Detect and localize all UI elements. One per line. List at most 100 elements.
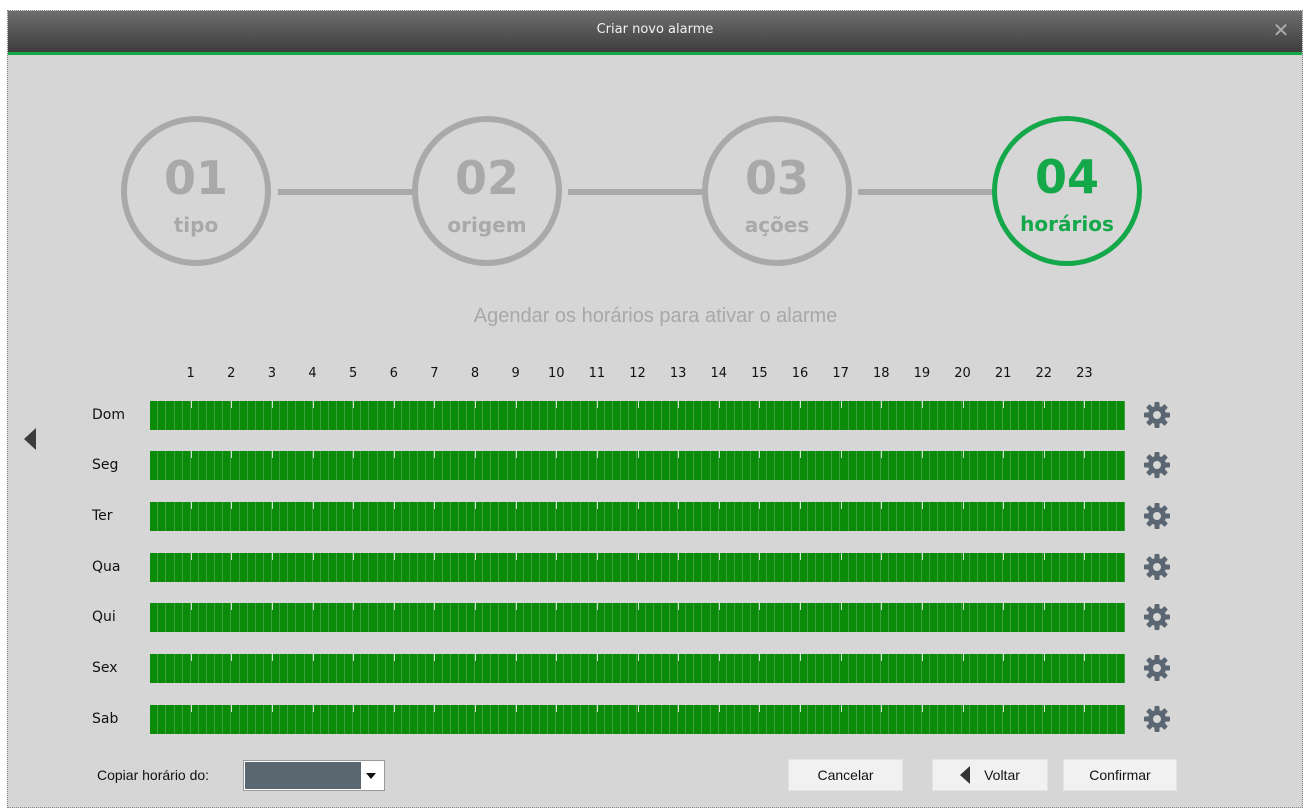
schedule-bar-sex[interactable]: [150, 654, 1125, 683]
hour-tick: [881, 553, 883, 560]
hour-tick: [1003, 603, 1005, 610]
hour-tick: [312, 603, 314, 610]
hour-tick: [556, 705, 558, 712]
hour-tick: [840, 654, 842, 661]
day-label: Sab: [92, 711, 119, 727]
hour-tick: [1043, 401, 1045, 408]
gear-icon[interactable]: [1142, 552, 1172, 582]
hour-tick: [596, 451, 598, 458]
chevron-down-icon[interactable]: [366, 773, 376, 779]
hour-tick: [475, 401, 476, 408]
hour-tick: [881, 705, 883, 712]
hour-tick: [1084, 401, 1086, 408]
hour-label: 9: [511, 366, 520, 381]
hour-tick: [718, 401, 720, 408]
close-icon[interactable]: ✕: [1270, 19, 1292, 41]
hour-tick: [1084, 451, 1086, 458]
hour-tick: [312, 451, 314, 458]
hour-tick: [1043, 451, 1045, 458]
hour-tick: [759, 654, 761, 661]
copy-schedule-label: Copiar horário do:: [97, 767, 210, 783]
hour-tick: [1084, 654, 1086, 661]
hour-tick: [637, 654, 639, 661]
hour-tick: [881, 603, 883, 610]
hour-tick: [921, 401, 923, 408]
hour-tick: [637, 502, 639, 509]
hour-tick: [596, 705, 598, 712]
step-connector: [568, 189, 703, 195]
gear-icon[interactable]: [1142, 602, 1172, 632]
hour-tick: [434, 603, 436, 610]
hour-label: 1: [186, 366, 195, 381]
hour-tick: [434, 654, 436, 661]
hour-label: 21: [994, 366, 1012, 381]
hour-tick: [759, 553, 761, 560]
day-label: Seg: [92, 457, 119, 473]
hour-tick: [1084, 603, 1086, 610]
hour-tick: [353, 401, 355, 408]
hour-tick: [353, 603, 355, 610]
schedule-bar-seg[interactable]: [150, 451, 1125, 480]
hour-tick: [1084, 705, 1086, 712]
step-number: 04: [1034, 150, 1099, 204]
hour-tick: [881, 654, 883, 661]
step-origem[interactable]: 02 origem: [412, 116, 562, 266]
hour-tick: [637, 705, 639, 712]
hour-tick: [678, 502, 680, 509]
cancel-button[interactable]: Cancelar: [788, 759, 903, 791]
hour-tick: [800, 553, 801, 560]
hour-tick: [190, 603, 192, 610]
title-bar[interactable]: Criar novo alarme ✕: [8, 11, 1302, 55]
hour-tick: [1003, 654, 1005, 661]
hour-tick: [840, 705, 842, 712]
step-acoes[interactable]: 03 ações: [702, 116, 852, 266]
hour-tick: [190, 553, 192, 560]
hour-tick: [475, 654, 476, 661]
schedule-bar-sab[interactable]: [150, 705, 1125, 734]
hour-tick: [393, 553, 395, 560]
step-horarios[interactable]: 04 horários: [992, 116, 1142, 266]
gear-icon[interactable]: [1142, 501, 1172, 531]
hour-tick: [596, 603, 598, 610]
hour-tick: [1003, 553, 1005, 560]
hour-tick: [1084, 553, 1086, 560]
schedule-bar-qui[interactable]: [150, 603, 1125, 632]
schedule-bar-dom[interactable]: [150, 401, 1125, 430]
copy-schedule-dropdown[interactable]: [243, 760, 385, 791]
hour-tick: [800, 451, 801, 458]
hour-tick: [718, 654, 720, 661]
hour-tick: [271, 451, 273, 458]
schedule-bar-ter[interactable]: [150, 502, 1125, 531]
step-number: 03: [744, 151, 809, 205]
previous-arrow-icon[interactable]: [24, 428, 36, 450]
confirm-button[interactable]: Confirmar: [1063, 759, 1177, 791]
step-tipo[interactable]: 01 tipo: [121, 116, 271, 266]
hour-tick: [312, 553, 314, 560]
hour-label: 14: [710, 366, 728, 381]
day-label: Ter: [92, 508, 113, 524]
hour-tick: [393, 401, 395, 408]
hour-tick: [921, 603, 923, 610]
hour-label: 15: [751, 366, 768, 381]
hour-label: 2: [227, 366, 236, 381]
hour-tick: [678, 451, 680, 458]
hour-label: 8: [470, 366, 480, 381]
hour-tick: [190, 705, 192, 712]
schedule-bar-qua[interactable]: [150, 553, 1125, 582]
gear-icon[interactable]: [1142, 704, 1172, 734]
gear-icon[interactable]: [1142, 450, 1172, 480]
dialog-title: Criar novo alarme: [596, 22, 714, 37]
hour-tick: [678, 401, 680, 408]
back-button[interactable]: Voltar: [932, 759, 1048, 791]
gear-icon[interactable]: [1142, 400, 1172, 430]
back-button-label: Voltar: [984, 767, 1020, 783]
hour-tick: [515, 502, 517, 509]
hour-tick: [962, 705, 964, 712]
hour-tick: [596, 654, 598, 661]
hour-tick: [759, 705, 761, 712]
gear-icon[interactable]: [1142, 653, 1172, 683]
hour-tick: [718, 451, 720, 458]
hour-tick: [800, 502, 801, 509]
hour-tick: [678, 705, 680, 712]
hour-tick: [678, 553, 680, 560]
